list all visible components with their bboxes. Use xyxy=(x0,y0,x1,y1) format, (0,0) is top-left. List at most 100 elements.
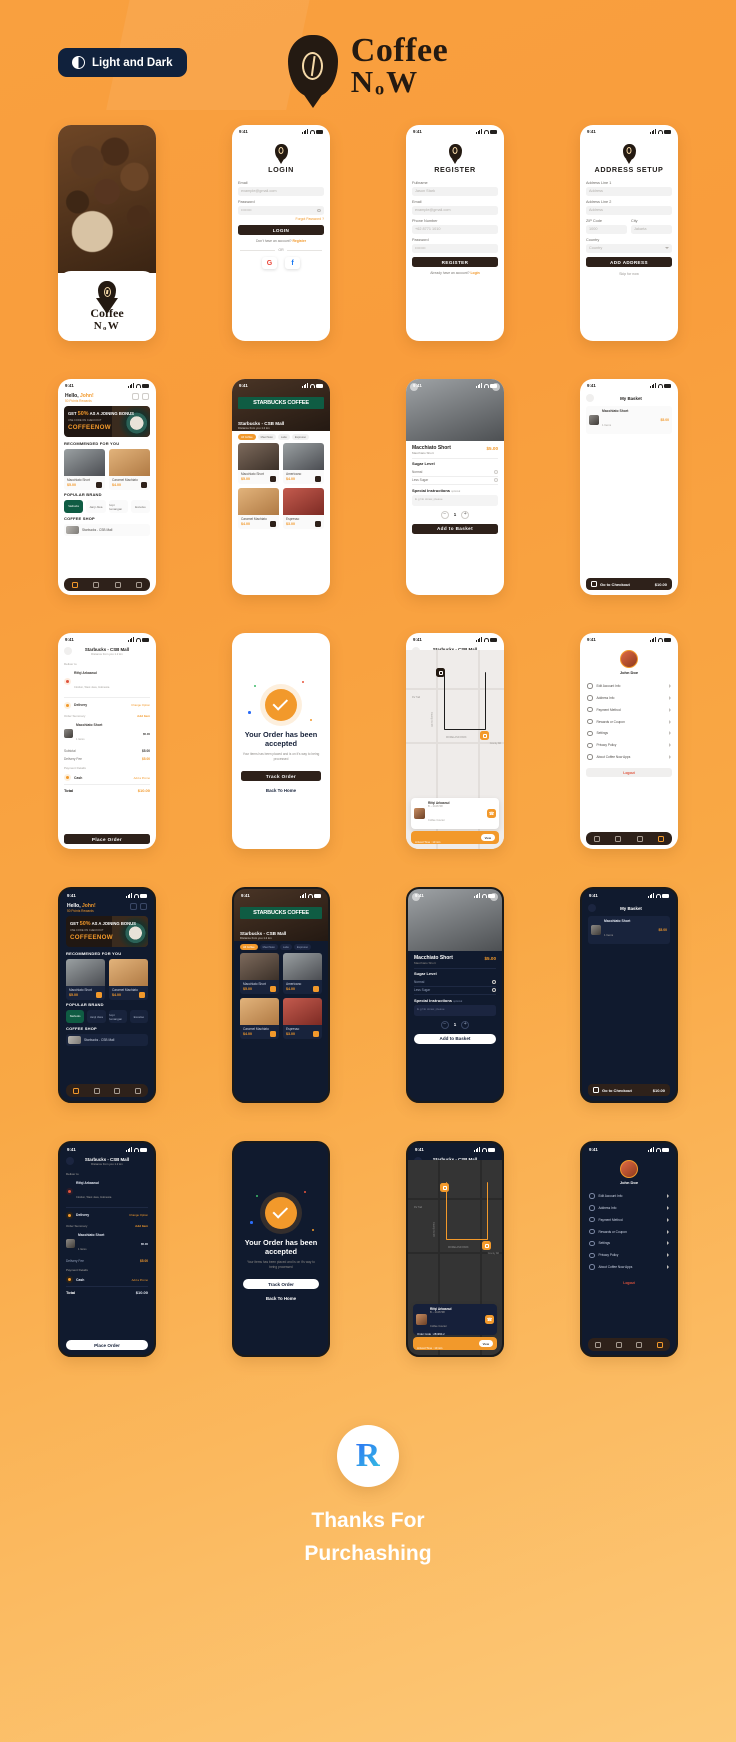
facebook-signin-button[interactable]: f xyxy=(285,257,300,270)
sugar-option[interactable]: Normal xyxy=(414,978,496,987)
phone-icon[interactable]: ☎ xyxy=(485,1315,494,1324)
instructions-input[interactable]: E.g No straw, please xyxy=(414,1004,496,1016)
eye-icon[interactable] xyxy=(317,208,321,212)
screen-home-light[interactable]: 9:41 Hello, John! 50 Points Rewards GET … xyxy=(58,379,156,595)
product-card[interactable]: Americano $4.00 xyxy=(283,953,322,995)
add-item-link[interactable]: Add Item xyxy=(137,714,150,718)
add-to-basket-icon[interactable] xyxy=(96,482,102,488)
add-address-button[interactable]: ADD ADDRESS xyxy=(586,257,672,268)
quantity-minus-button[interactable]: − xyxy=(440,510,449,519)
brand-item[interactable]: Starbucks xyxy=(66,1010,85,1023)
basket-icon[interactable] xyxy=(636,835,643,842)
add-to-basket-button[interactable]: Add to Basket xyxy=(414,1033,496,1044)
profile-icon[interactable] xyxy=(656,1341,663,1348)
screen-splash[interactable]: Coffee NₒW xyxy=(58,125,156,341)
screen-store-dark[interactable]: 9:41 STARBUCKS COFFEE Starbucks - CSB Ma… xyxy=(232,887,330,1103)
profile-icon[interactable] xyxy=(658,835,665,842)
register-button[interactable]: REGISTER xyxy=(412,257,498,268)
product-card[interactable]: Macchiato Short $5.00 xyxy=(66,959,105,1000)
menu-item-edit-account-info[interactable]: Edit Account Info xyxy=(586,680,672,692)
search-icon[interactable] xyxy=(615,835,622,842)
chip-all-coffee[interactable]: All Coffee xyxy=(240,944,258,951)
place-order-button[interactable]: Place Order xyxy=(64,834,150,844)
coffee-shop-item[interactable]: Starbucks - CSB Mall xyxy=(66,1034,148,1046)
chip-latte[interactable]: Latte xyxy=(279,944,292,951)
home-icon[interactable] xyxy=(593,835,600,842)
profile-icon[interactable] xyxy=(136,581,143,588)
track-order-button[interactable]: Track Order xyxy=(241,771,321,782)
chip-espresso[interactable]: Espresso xyxy=(293,944,312,951)
add-to-basket-icon[interactable] xyxy=(315,521,321,528)
profile-icon[interactable] xyxy=(134,1087,141,1094)
forgot-password-link[interactable]: Forgot Password ? xyxy=(238,217,324,221)
delivery-row[interactable]: Delivery Change Option xyxy=(64,699,150,711)
add-to-basket-icon[interactable] xyxy=(270,1031,276,1038)
screen-store-light[interactable]: 9:41 STARBUCKS COFFEE Starbucks - CSB Ma… xyxy=(232,379,330,595)
category-chips[interactable]: All Coffee Macchiato Latte Espresso xyxy=(238,434,324,441)
recipient-row[interactable]: Rifqi Arkaanul Cirebon, West Java, Indon… xyxy=(64,668,150,695)
logout-button[interactable]: Logout xyxy=(588,1278,670,1287)
product-card[interactable]: Macchiato Short $5.00 xyxy=(240,953,279,995)
add-to-basket-icon[interactable] xyxy=(313,986,319,993)
back-icon[interactable] xyxy=(64,647,72,655)
menu-item-privacy-policy[interactable]: Privacy Policy xyxy=(588,1249,670,1261)
search-icon[interactable] xyxy=(93,581,100,588)
logout-button[interactable]: Logout xyxy=(586,768,672,778)
login-link[interactable]: Login xyxy=(470,271,479,275)
menu-item-edit-account-info[interactable]: Edit Account Info xyxy=(588,1190,670,1202)
basket-icon[interactable] xyxy=(142,393,149,400)
zip-field[interactable]: 1000 xyxy=(586,224,627,234)
password-field[interactable]: •••••••• xyxy=(412,243,498,253)
place-order-button[interactable]: Place Order xyxy=(66,1340,148,1350)
tab-bar[interactable] xyxy=(586,832,672,845)
menu-item-payment-method[interactable]: Payment Method xyxy=(588,1214,670,1226)
screen-detail-dark[interactable]: 9:41 Macchiato Short $5.00 Macchiato Sho… xyxy=(406,887,504,1103)
add-to-basket-button[interactable]: Add to Basket xyxy=(412,523,498,534)
product-card[interactable]: Caramel Machiato $4.00 xyxy=(109,449,150,490)
driver-card[interactable]: Rifqi Arkaanul B – 2446798 Coffee Courie… xyxy=(413,1304,497,1335)
chip-macchiato[interactable]: Macchiato xyxy=(257,434,276,441)
basket-item[interactable]: Macchiato Short 1 Items $5.00 xyxy=(588,916,670,944)
login-button[interactable]: LOGIN xyxy=(238,225,324,236)
basket-icon[interactable] xyxy=(114,1087,121,1094)
basket-item[interactable]: Macchiato Short 1 Items $5.00 xyxy=(586,406,672,434)
home-icon[interactable] xyxy=(71,581,78,588)
back-to-home-button[interactable]: Back To Home xyxy=(266,788,296,793)
menu-item-address-info[interactable]: Address Info xyxy=(588,1202,670,1214)
menu-item-settings[interactable]: Settings xyxy=(588,1238,670,1250)
product-card[interactable]: Espresso $3.00 xyxy=(283,998,322,1040)
view-button[interactable]: View xyxy=(480,833,495,842)
add-item-link[interactable]: Add Item xyxy=(135,1224,148,1228)
brand-item[interactable]: Janji Jiwa xyxy=(87,1010,106,1023)
brand-item[interactable]: Excelso xyxy=(129,1010,148,1023)
address-line-2-field[interactable]: Address xyxy=(586,205,672,215)
chip-espresso[interactable]: Espresso xyxy=(291,434,310,441)
chip-macchiato[interactable]: Macchiato xyxy=(259,944,278,951)
add-to-basket-icon[interactable] xyxy=(315,476,321,483)
menu-item-address-info[interactable]: Address Info xyxy=(586,692,672,704)
quantity-minus-button[interactable]: − xyxy=(440,1020,449,1029)
add-to-basket-icon[interactable] xyxy=(313,1031,319,1038)
screen-tracking-light[interactable]: 9:41 Starbucks - CSB Mall Distance from … xyxy=(406,633,504,849)
email-field[interactable]: example@gmail.com xyxy=(238,186,324,196)
add-to-basket-icon[interactable] xyxy=(96,992,102,998)
basket-icon[interactable] xyxy=(140,903,147,910)
product-card[interactable]: Macchiato Short $5.00 xyxy=(64,449,105,490)
screen-order-success-dark[interactable]: Your Order has been accepted Your items … xyxy=(232,1141,330,1357)
home-icon[interactable] xyxy=(73,1087,80,1094)
destination-marker-icon[interactable] xyxy=(480,731,489,740)
screen-register[interactable]: 9:41 REGISTER Fullname Jason Stark Email… xyxy=(406,125,504,341)
menu-item-payment-method[interactable]: Payment Method xyxy=(586,704,672,716)
search-icon[interactable] xyxy=(93,1087,100,1094)
screen-home-dark[interactable]: 9:41 Hello, John! 50 Points Rewards GET … xyxy=(58,887,156,1103)
sugar-option[interactable]: Less Sugar xyxy=(412,477,498,485)
go-to-checkout-button[interactable]: Go to Checkout $10.00 xyxy=(588,1084,670,1096)
add-to-basket-icon[interactable] xyxy=(139,992,145,998)
go-to-checkout-button[interactable]: Go to Checkout $10.00 xyxy=(586,578,672,590)
change-option-link[interactable]: Change Option xyxy=(129,1213,148,1217)
screen-checkout-dark[interactable]: 9:41 Starbucks - CSB Mall Distance from … xyxy=(58,1141,156,1357)
screen-login[interactable]: 9:41 LOGIN Email example@gmail.com Passw… xyxy=(232,125,330,341)
basket-icon[interactable] xyxy=(114,581,121,588)
radio-icon[interactable] xyxy=(494,469,498,474)
add-to-basket-icon[interactable] xyxy=(270,986,276,993)
